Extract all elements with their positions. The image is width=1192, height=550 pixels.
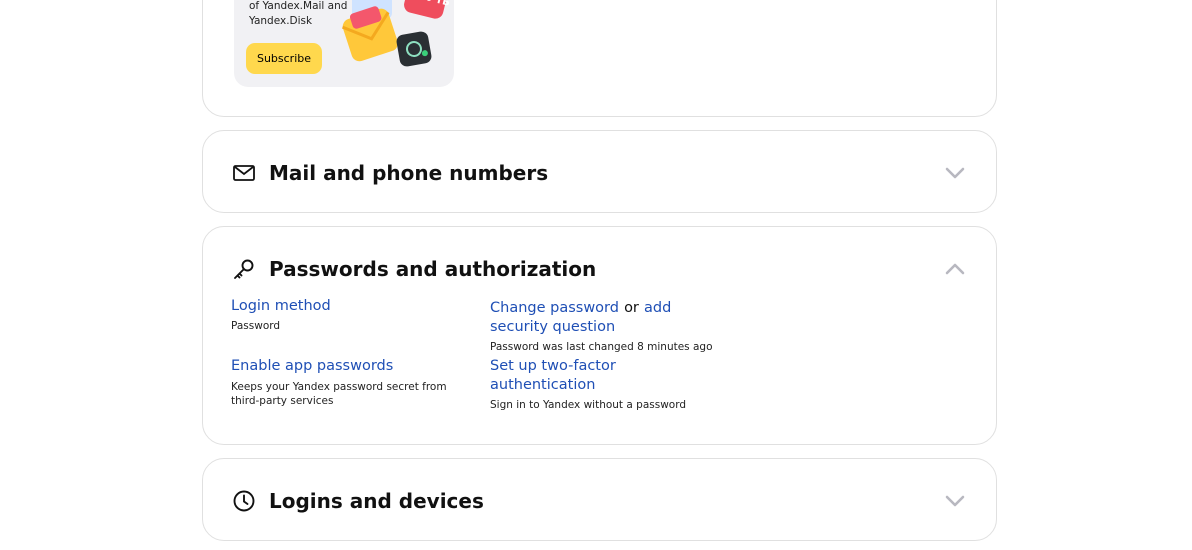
chevron-up-icon[interactable] <box>944 258 966 280</box>
subscribe-button[interactable]: Subscribe <box>246 43 322 74</box>
section-title: Mail and phone numbers <box>269 161 549 185</box>
section-title: Passwords and authorization <box>269 257 597 281</box>
add-security-question-link[interactable]: add <box>644 300 671 316</box>
two-factor-option: Set up two-factor authentication Sign in… <box>490 357 686 412</box>
section-header[interactable]: Mail and phone numbers <box>231 158 548 188</box>
passwords-section: Passwords and authorization Login method… <box>202 226 997 445</box>
app-passwords-option: Enable app passwords Keeps your Yandex p… <box>231 357 447 408</box>
login-method-desc: Password <box>231 320 281 332</box>
connector-text: or <box>624 300 639 316</box>
two-factor-link-cont[interactable]: authentication <box>490 376 686 395</box>
add-security-question-link-cont[interactable]: security question <box>490 318 713 337</box>
chevron-down-icon[interactable] <box>944 162 966 184</box>
key-icon <box>231 256 257 282</box>
envelope-icon <box>231 160 257 186</box>
login-method-link[interactable]: Login method <box>231 297 331 316</box>
clock-icon <box>231 488 257 514</box>
app-passwords-desc-line1: Keeps your Yandex password secret from <box>231 381 447 393</box>
app-passwords-desc: Keeps your Yandex password secret from t… <box>231 380 447 408</box>
promo-text: of Yandex.Mail and Yandex.Disk <box>249 0 348 27</box>
change-password-option: Change password or add security question… <box>490 297 713 354</box>
logins-devices-section[interactable]: Logins and devices <box>202 458 997 541</box>
section-title: Logins and devices <box>269 489 484 513</box>
chevron-down-icon[interactable] <box>944 490 966 512</box>
change-password-link[interactable]: Change password <box>490 300 619 316</box>
two-factor-desc: Sign in to Yandex without a password <box>490 399 687 411</box>
subscription-card: of Yandex.Mail and Yandex.Disk Subscribe… <box>202 0 997 117</box>
app-passwords-link[interactable]: Enable app passwords <box>231 357 447 376</box>
promo-illustration: +10 ТБ <box>341 0 451 67</box>
mail-phones-section[interactable]: Mail and phone numbers <box>202 130 997 213</box>
app-passwords-desc-line2: third-party services <box>231 395 334 407</box>
two-factor-link[interactable]: Set up two-factor <box>490 357 686 376</box>
section-header[interactable]: Passwords and authorization <box>231 254 596 284</box>
password-changed-desc: Password was last changed 8 minutes ago <box>490 341 713 353</box>
login-method-option: Login method Password <box>231 297 331 333</box>
promo-banner: of Yandex.Mail and Yandex.Disk Subscribe… <box>234 0 454 87</box>
section-header[interactable]: Logins and devices <box>231 486 484 516</box>
